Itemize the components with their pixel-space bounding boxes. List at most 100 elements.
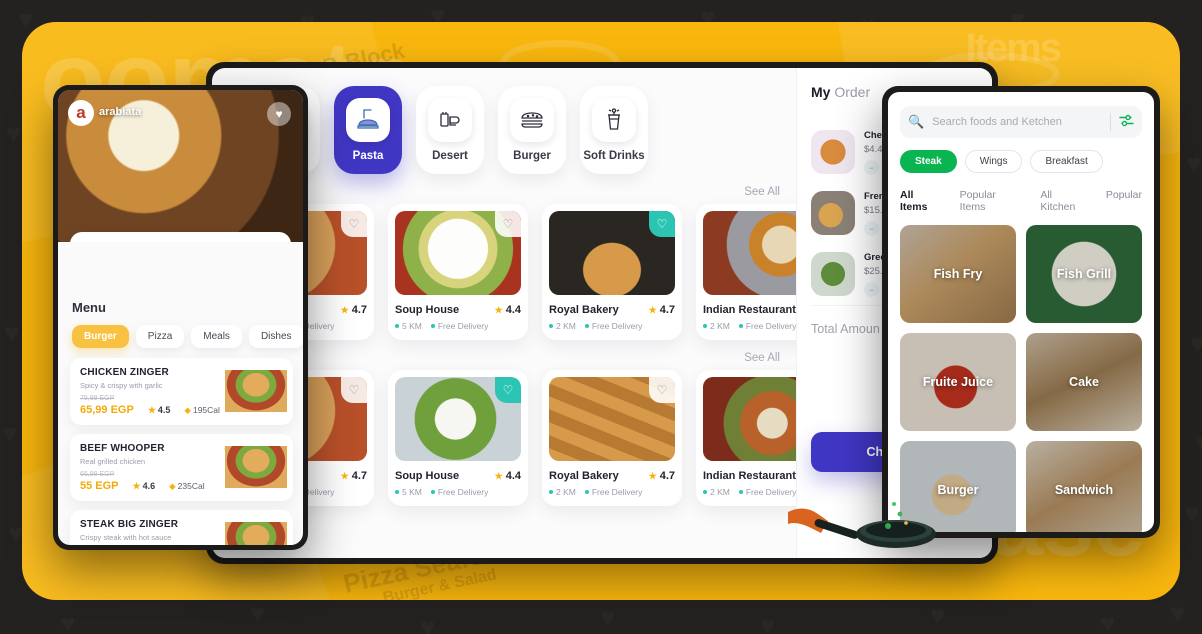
menu-chip-burger[interactable]: Burger	[72, 325, 129, 348]
heart-icon: ♥	[760, 610, 776, 634]
search-screen: 🔍 Steak Wings Breakfast All Items Popular I…	[888, 92, 1154, 532]
dot-icon	[549, 490, 553, 494]
brand-mark-icon: a	[68, 100, 94, 126]
search-tag-wings[interactable]: Wings	[964, 150, 1023, 173]
filter-sliders-icon[interactable]	[1119, 114, 1134, 130]
food-category-fish-fry[interactable]: Fish Fry	[900, 225, 1016, 323]
screenshot-stage: ♥♥♥♥♥♥♥♥♥♥♥♥♥♥♥♥♥♥♥♥♥♥♥♥♥♥♥ oomato Case …	[0, 0, 1202, 634]
restaurant-card[interactable]: ♡ Soup House ★ 4.4 5 KM Free Delivery	[388, 370, 528, 506]
order-item-thumbnail	[811, 252, 855, 296]
food-category-label: Fish Grill	[1056, 267, 1112, 281]
tab-all-items[interactable]: All Items	[900, 189, 944, 213]
category-label: Burger	[513, 150, 551, 162]
restaurant-card-rating: ★ 4.7	[648, 470, 675, 482]
category-soft-drinks[interactable]: Soft Drinks	[580, 86, 648, 174]
heart-icon[interactable]: ♡	[649, 377, 675, 403]
heart-icon: ♥	[1186, 148, 1202, 178]
dot-icon	[703, 490, 707, 494]
restaurant-card[interactable]: ♡ Indian Restaurant★ 4.7 2 KM Free Delivery	[696, 204, 796, 340]
restaurant-thumbnail: ♡	[549, 211, 675, 295]
food-category-cake[interactable]: Cake	[1026, 333, 1142, 431]
dot-icon	[430, 324, 435, 328]
restaurant-card-meta: 2 KM Free Delivery	[703, 487, 796, 497]
category-desert[interactable]: Desert	[416, 86, 484, 174]
menu-filter-chips: BurgerPizzaMealsDishesS	[58, 315, 303, 348]
heart-icon[interactable]: ♡	[495, 211, 521, 237]
star-icon: ★	[494, 471, 503, 481]
menu-item-image	[225, 522, 287, 545]
restaurant-thumbnail: ♡	[395, 211, 521, 295]
restaurant-distance: 2 KM	[703, 321, 730, 331]
dot-icon	[738, 490, 743, 494]
menu-item-rating: ★ 4.6	[132, 480, 156, 492]
menu-item-rating: ★ 4.5	[147, 404, 171, 416]
decrement-icon[interactable]: −	[864, 282, 879, 297]
menu-item-price: 55 EGP	[80, 480, 119, 492]
see-all-link-1[interactable]: See All	[744, 186, 780, 198]
flame-icon: ◆	[184, 404, 191, 415]
heart-icon[interactable]: ♡	[341, 377, 367, 403]
menu-item[interactable]: BEEF WHOOPER Real grilled chicken 65,99 EG…	[70, 434, 293, 501]
tab-popular-items[interactable]: Popular Items	[960, 189, 1025, 213]
heart-icon[interactable]: ♥	[267, 102, 291, 126]
menu-item[interactable]: STEAK BIG ZINGER Crispy steak with hot sa…	[70, 510, 293, 545]
restaurant-card-meta: 5 KM Free Delivery	[395, 487, 521, 497]
menu-chip-dishes[interactable]: Dishes	[248, 325, 303, 348]
search-input[interactable]	[932, 116, 1102, 128]
restaurant-card-name: Soup House	[395, 470, 460, 482]
restaurant-card-meta: 5 KM Free Delivery	[395, 321, 521, 331]
restaurant-distance: 2 KM	[549, 487, 576, 497]
food-category-burger[interactable]: Burger	[900, 441, 1016, 532]
restaurant-card-header: Soup House ★ 4.4	[395, 304, 521, 316]
order-item-thumbnail	[811, 191, 855, 235]
tab-all-kitchen[interactable]: All Kitchen	[1040, 189, 1090, 213]
menu-item-image	[225, 370, 287, 412]
restaurant-card-rating: ★ 4.4	[494, 470, 521, 482]
restaurant-brand-logo: a arabiata	[68, 100, 141, 126]
restaurant-card-header: Royal Bakery ★ 4.7	[549, 304, 675, 316]
decrement-icon[interactable]: −	[864, 160, 879, 175]
restaurant-card[interactable]: ♡ Royal Bakery ★ 4.7 2 KM Free Delivery	[542, 204, 682, 340]
restaurant-card[interactable]: ♡ Royal Bakery ★ 4.7 2 KM Free Delivery	[542, 370, 682, 506]
food-category-fish-grill[interactable]: Fish Grill	[1026, 225, 1142, 323]
star-icon: ★	[147, 404, 156, 415]
search-tag-row: Steak Wings Breakfast	[900, 150, 1142, 173]
star-icon: ★	[340, 471, 349, 481]
search-tag-steak[interactable]: Steak	[900, 150, 957, 173]
restaurant-detail-window: a arabiata ♥ Arabiata restaurant ● Assui…	[53, 85, 308, 550]
heart-icon: ♥	[1184, 498, 1200, 528]
restaurant-card-name: Soup House	[395, 304, 460, 316]
search-bar[interactable]: 🔍	[900, 106, 1142, 138]
tab-popular[interactable]: Popular	[1106, 189, 1142, 213]
decrement-icon[interactable]: −	[864, 221, 879, 236]
restaurant-card[interactable]: ♡ Indian Restaurant★ 4.7 2 KM Free Delivery	[696, 370, 796, 506]
restaurant-card[interactable]: ♡ Soup House ★ 4.4 5 KM Free Delivery	[388, 204, 528, 340]
heart-icon: ♥	[6, 118, 22, 148]
heart-icon[interactable]: ♡	[495, 377, 521, 403]
category-pasta[interactable]: Pasta	[334, 86, 402, 174]
dessert-icon	[428, 98, 472, 142]
food-category-fruite-juice[interactable]: Fruite Juice	[900, 333, 1016, 431]
menu-chip-pizza[interactable]: Pizza	[135, 325, 185, 348]
restaurant-hero-image: a arabiata ♥ Arabiata restaurant ● Assui…	[58, 90, 303, 242]
brand-name: arabiata	[99, 106, 142, 119]
restaurant-distance: 5 KM	[395, 487, 422, 497]
menu-chip-meals[interactable]: Meals	[191, 325, 242, 348]
see-all-link-2[interactable]: See All	[744, 352, 780, 364]
star-icon: ★	[648, 305, 657, 315]
search-window: 🔍 Steak Wings Breakfast All Items Popular I…	[882, 86, 1160, 538]
restaurant-thumbnail: ♡	[703, 377, 796, 461]
heart-icon: ♥	[1196, 430, 1202, 456]
menu-item-list: CHICKEN ZINGER Spicy & crispy with garlic…	[58, 348, 303, 545]
food-category-sandwich[interactable]: Sandwich	[1026, 441, 1142, 532]
menu-item[interactable]: CHICKEN ZINGER Spicy & crispy with garlic…	[70, 358, 293, 425]
restaurant-thumbnail: ♡	[703, 211, 796, 295]
heart-icon[interactable]: ♡	[649, 211, 675, 237]
menu-item-calories: ◆ 235Cal	[169, 480, 205, 492]
heart-icon: ♥	[1100, 608, 1116, 634]
category-burger[interactable]: Burger	[498, 86, 566, 174]
heart-icon[interactable]: ♡	[341, 211, 367, 237]
search-tag-breakfast[interactable]: Breakfast	[1030, 150, 1103, 173]
food-category-label: Fruite Juice	[922, 375, 994, 389]
heart-icon: ♥	[1170, 598, 1186, 628]
